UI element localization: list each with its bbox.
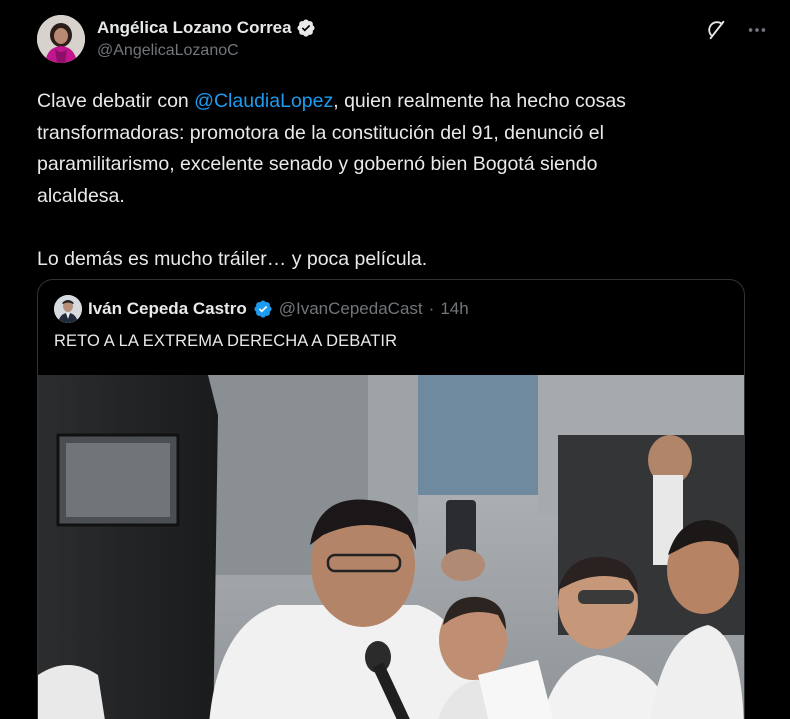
- tweet-text-segment: , quien realmente ha hecho cosas: [333, 90, 626, 112]
- quoted-author-handle[interactable]: @IvanCepedaCast: [279, 299, 423, 319]
- video-frame-image: [38, 375, 744, 719]
- quoted-author-name[interactable]: Iván Cepeda Castro: [88, 299, 247, 319]
- tweet-header: Angélica Lozano Correa @AngelicaLozanoC: [37, 15, 770, 67]
- grok-icon[interactable]: [704, 17, 730, 43]
- tweet-line-5: Lo demás es mucho tráiler… y poca pelícu…: [37, 247, 428, 270]
- quoted-author-avatar[interactable]: [54, 295, 82, 323]
- tweet-line-4: alcaldesa.: [37, 184, 125, 207]
- quoted-avatar-image: [54, 295, 82, 323]
- quoted-timestamp[interactable]: 14h: [440, 299, 468, 319]
- mention-link[interactable]: @ClaudiaLopez: [194, 90, 333, 112]
- meta-separator: ·: [428, 299, 435, 318]
- author-avatar[interactable]: [37, 15, 85, 63]
- tweet-line-3: paramilitarismo, excelente senado y gobe…: [37, 153, 598, 175]
- avatar-image: [37, 15, 85, 63]
- tweet: Angélica Lozano Correa @AngelicaLozanoC: [0, 0, 790, 719]
- author-display-name[interactable]: Angélica Lozano Correa: [97, 17, 292, 39]
- verified-badge-icon: [296, 18, 316, 38]
- name-row: Angélica Lozano Correa: [97, 17, 316, 39]
- tweet-line-1: Clave debatir con @ClaudiaLopez, quien r…: [37, 86, 757, 118]
- tweet-line-2: transformadoras: promotora de la constit…: [37, 121, 604, 144]
- author-handle[interactable]: @AngelicaLozanoC: [97, 40, 316, 62]
- tweet-text-segment: Clave debatir con: [37, 90, 195, 112]
- quoted-tweet[interactable]: Iván Cepeda Castro @IvanCepedaCast · 14h…: [37, 279, 745, 719]
- author-info: Angélica Lozano Correa @AngelicaLozanoC: [97, 15, 316, 62]
- quoted-video-media[interactable]: [38, 375, 744, 719]
- header-actions: [704, 17, 770, 43]
- tweet-text: Clave debatir con @ClaudiaLopez, quien r…: [37, 86, 757, 275]
- quoted-verified-badge-icon: [253, 299, 273, 319]
- quoted-tweet-header: Iván Cepeda Castro @IvanCepedaCast · 14h: [54, 295, 469, 323]
- more-icon[interactable]: [744, 17, 770, 43]
- quoted-tweet-text: RETO A LA EXTREMA DERECHA A DEBATIR: [54, 332, 398, 350]
